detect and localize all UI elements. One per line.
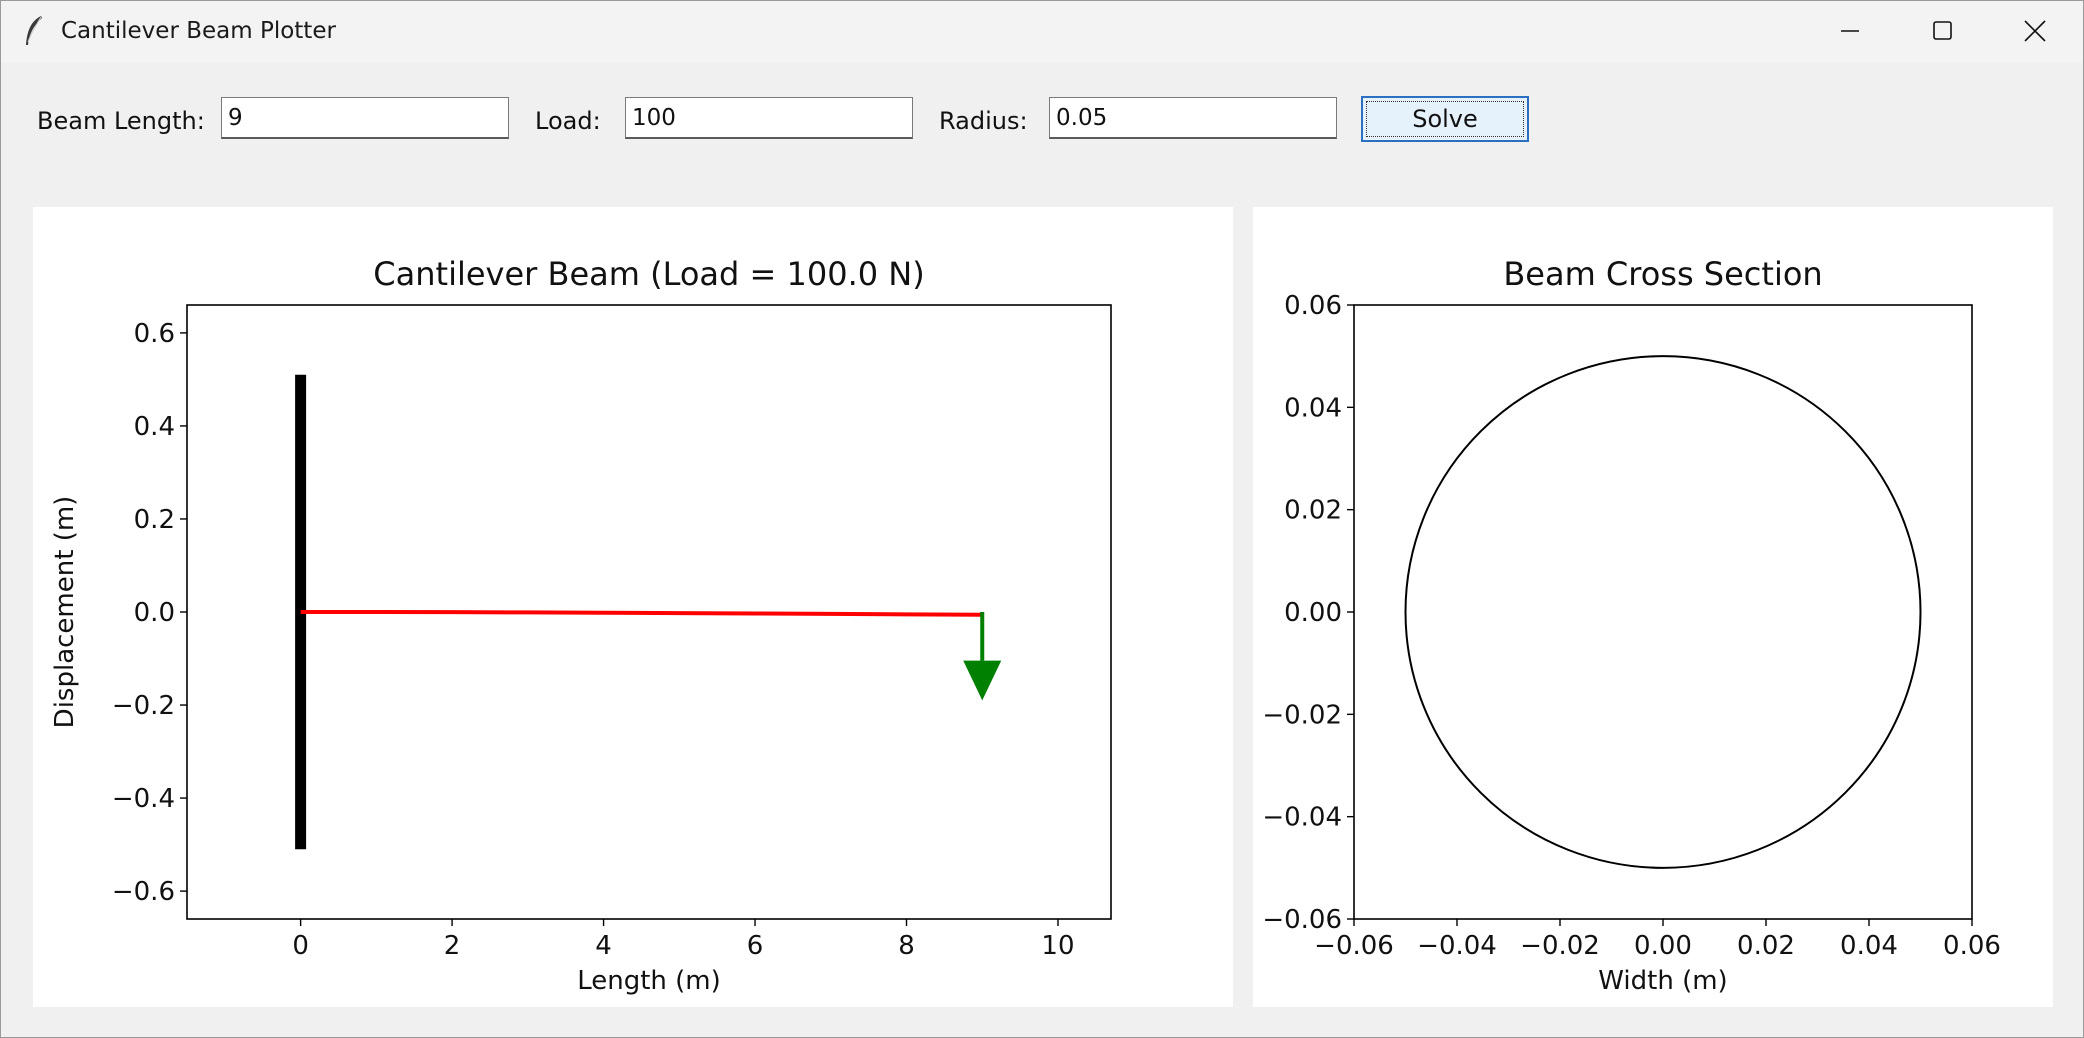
x-tick-label: 0 — [292, 931, 309, 961]
beam-deflection-line — [300, 610, 983, 617]
cross-section-plot: −0.06 −0.04 −0.02 0.00 0.02 0.04 0.06 0.06 0.04 0… — [1262, 255, 2001, 996]
y-axis-label: Displacement (m) — [50, 496, 80, 729]
x-axis-label: Length (m) — [577, 966, 721, 996]
app-window: Cantilever Beam Plotter Beam Length: Loa… — [0, 0, 2084, 1038]
chart-title: Cantilever Beam (Load = 100.0 N) — [373, 255, 924, 293]
y-tick-label: 0.00 — [1284, 598, 1342, 628]
close-button[interactable] — [1989, 1, 2081, 63]
x-axis-label: Width (m) — [1598, 966, 1727, 996]
beam-length-label: Beam Length: — [37, 107, 205, 135]
y-tick-label: 0.2 — [134, 505, 175, 535]
y-tick-label: 0.4 — [134, 412, 175, 442]
x-tick-label: 0.02 — [1737, 931, 1795, 961]
x-tick-label: 0.00 — [1634, 931, 1692, 961]
solve-button[interactable]: Solve — [1361, 96, 1529, 142]
chart-title: Beam Cross Section — [1503, 255, 1822, 293]
y-tick-label: 0.04 — [1284, 393, 1342, 423]
x-tick-label: −0.04 — [1417, 931, 1497, 961]
load-input[interactable] — [625, 97, 913, 139]
y-tick-label: 0.6 — [134, 319, 175, 349]
y-tick-label: −0.6 — [112, 877, 175, 907]
x-tick-label: 2 — [444, 931, 461, 961]
solve-button-label: Solve — [1412, 105, 1478, 133]
minimize-button[interactable] — [1805, 1, 1897, 63]
radius-input[interactable] — [1049, 97, 1337, 139]
beam-cross-section-circle — [1404, 355, 1922, 869]
y-tick-label: −0.2 — [112, 691, 175, 721]
x-tick-label: 8 — [898, 931, 915, 961]
x-tick-label: 4 — [595, 931, 612, 961]
y-tick-label: 0.02 — [1284, 496, 1342, 526]
window-title: Cantilever Beam Plotter — [61, 18, 336, 44]
x-tick-label: −0.06 — [1314, 931, 1394, 961]
y-tick-label: −0.4 — [112, 784, 175, 814]
feather-icon — [26, 16, 42, 45]
y-tick-label: −0.06 — [1262, 905, 1342, 935]
minimize-icon — [1841, 30, 1859, 32]
x-tick-label: −0.02 — [1520, 931, 1600, 961]
beam-length-input[interactable] — [221, 97, 509, 139]
close-icon — [2024, 20, 2046, 42]
beam-plot: 0 2 4 6 8 10 0.6 0.4 0.2 0.0 −0.2 −0.4 −0.6 Cantileve… — [50, 255, 1112, 996]
x-tick-label: 0.04 — [1840, 931, 1898, 961]
y-tick-label: 0.06 — [1284, 291, 1342, 321]
x-tick-label: 0.06 — [1943, 931, 2001, 961]
title-bar: Cantilever Beam Plotter — [1, 1, 2083, 63]
cross-section-panel: −0.06 −0.04 −0.02 0.00 0.02 0.04 0.06 0.06 0.04 0… — [1253, 207, 2053, 1007]
y-tick-label: −0.04 — [1262, 803, 1342, 833]
plot-frame — [1353, 304, 1973, 920]
x-tick-label: 6 — [747, 931, 764, 961]
maximize-button[interactable] — [1897, 1, 1989, 63]
maximize-icon — [1933, 21, 1952, 40]
load-label: Load: — [535, 107, 601, 135]
beam-plot-panel: 0 2 4 6 8 10 0.6 0.4 0.2 0.0 −0.2 −0.4 −0.6 Cantileve… — [33, 207, 1233, 1007]
x-tick-label: 10 — [1041, 931, 1074, 961]
y-tick-label: −0.02 — [1262, 700, 1342, 730]
radius-label: Radius: — [939, 107, 1028, 135]
load-arrow-head — [963, 660, 1002, 701]
y-tick-label: 0.0 — [134, 598, 175, 628]
